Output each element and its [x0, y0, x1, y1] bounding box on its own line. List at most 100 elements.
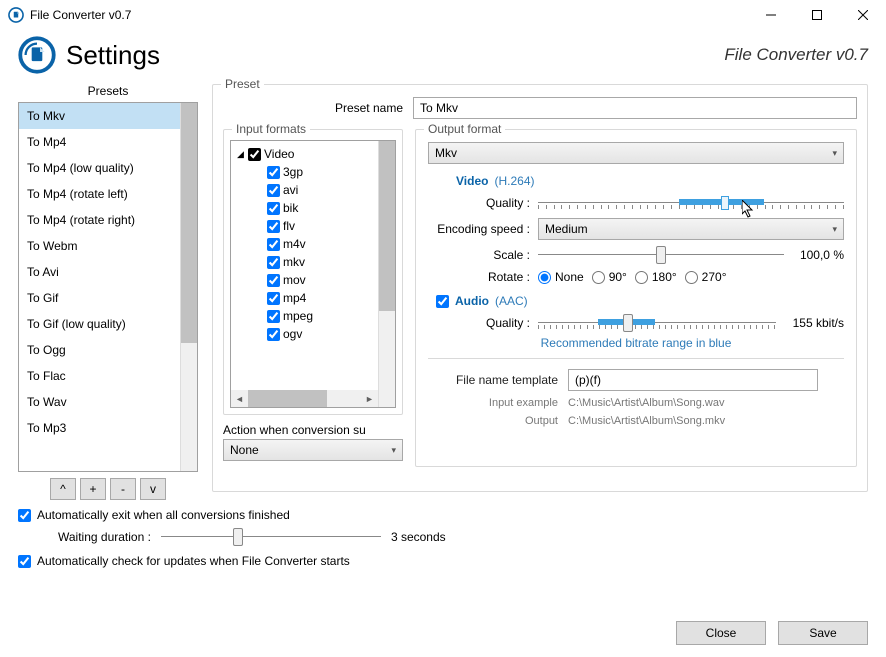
rotate-option[interactable]: None: [538, 270, 584, 284]
video-quality-slider[interactable]: [538, 194, 844, 212]
tree-expand-icon[interactable]: ◢: [237, 149, 245, 160]
input-example-value: C:\Music\Artist\Album\Song.wav: [568, 397, 725, 409]
tree-item[interactable]: mp4: [233, 289, 376, 307]
tree-item[interactable]: mkv: [233, 253, 376, 271]
preset-item[interactable]: To Mp4: [19, 129, 180, 155]
audio-enable-checkbox[interactable]: [436, 295, 449, 308]
encoding-speed-select[interactable]: Medium ▾: [538, 218, 844, 240]
rotate-option-label: None: [555, 270, 584, 284]
auto-update-checkbox[interactable]: [18, 555, 31, 568]
format-checkbox[interactable]: [267, 202, 280, 215]
preset-item[interactable]: To Mp3: [19, 415, 180, 441]
preset-move-up-button[interactable]: ^: [50, 478, 76, 500]
chevron-down-icon: ▾: [391, 445, 396, 456]
rotate-option[interactable]: 270°: [685, 270, 727, 284]
preset-remove-button[interactable]: -: [110, 478, 136, 500]
preset-item[interactable]: To Flac: [19, 363, 180, 389]
presets-scrollbar[interactable]: [180, 103, 197, 471]
output-example-value: C:\Music\Artist\Album\Song.mkv: [568, 415, 725, 427]
preset-add-button[interactable]: +: [80, 478, 106, 500]
header: Settings File Converter v0.7: [0, 30, 886, 84]
auto-exit-checkbox[interactable]: [18, 509, 31, 522]
group-checkbox[interactable]: [248, 148, 261, 161]
preset-name-input[interactable]: [413, 97, 857, 119]
preset-item[interactable]: To Mkv: [19, 103, 180, 129]
format-checkbox[interactable]: [267, 292, 280, 305]
format-label: mov: [283, 273, 306, 287]
rotate-option[interactable]: 180°: [635, 270, 677, 284]
preset-item[interactable]: To Wav: [19, 389, 180, 415]
format-checkbox[interactable]: [267, 328, 280, 341]
format-label: 3gp: [283, 165, 303, 179]
preset-item[interactable]: To Gif (low quality): [19, 311, 180, 337]
format-label: ogv: [283, 327, 302, 341]
tree-item[interactable]: flv: [233, 217, 376, 235]
filename-template-input[interactable]: [568, 369, 818, 391]
video-section-title: Video: [456, 174, 488, 188]
output-format-select[interactable]: Mkv ▾: [428, 142, 844, 164]
auto-update-label[interactable]: Automatically check for updates when Fil…: [37, 554, 350, 568]
rotate-radio[interactable]: [592, 271, 605, 284]
scale-slider[interactable]: [538, 246, 784, 264]
format-checkbox[interactable]: [267, 220, 280, 233]
format-checkbox[interactable]: [267, 184, 280, 197]
rotate-radio[interactable]: [635, 271, 648, 284]
tree-item[interactable]: bik: [233, 199, 376, 217]
input-formats-fieldset: Input formats ◢ Video 3gp avi bik flv m4…: [223, 129, 403, 415]
audio-codec-label: (AAC): [495, 294, 528, 308]
tree-item[interactable]: 3gp: [233, 163, 376, 181]
format-checkbox[interactable]: [267, 310, 280, 323]
rotate-option-label: 270°: [702, 270, 727, 284]
video-codec-label: (H.264): [494, 174, 534, 188]
format-checkbox[interactable]: [267, 166, 280, 179]
audio-quality-slider[interactable]: [538, 314, 776, 332]
input-formats-legend: Input formats: [232, 122, 310, 136]
minimize-button[interactable]: [748, 0, 794, 30]
tree-item[interactable]: ogv: [233, 325, 376, 343]
rotate-option[interactable]: 90°: [592, 270, 627, 284]
tree-item[interactable]: avi: [233, 181, 376, 199]
format-label: avi: [283, 183, 298, 197]
video-quality-label: Quality :: [428, 196, 538, 210]
preset-name-label: Preset name: [223, 101, 413, 115]
rotate-option-label: 90°: [609, 270, 627, 284]
close-button-footer[interactable]: Close: [676, 621, 766, 645]
preset-item[interactable]: To Mp4 (rotate left): [19, 181, 180, 207]
input-formats-vscroll[interactable]: [378, 141, 395, 407]
preset-item[interactable]: To Gif: [19, 285, 180, 311]
close-button[interactable]: [840, 0, 886, 30]
input-formats-tree[interactable]: ◢ Video 3gp avi bik flv m4v mkv mov mp4 …: [230, 140, 396, 408]
conversion-action-select[interactable]: None ▾: [223, 439, 403, 461]
chevron-down-icon: ▾: [832, 148, 837, 159]
format-label: mkv: [283, 255, 305, 269]
tree-item[interactable]: m4v: [233, 235, 376, 253]
rotate-radio[interactable]: [685, 271, 698, 284]
preset-item[interactable]: To Mp4 (low quality): [19, 155, 180, 181]
footer: Close Save: [676, 621, 868, 645]
format-checkbox[interactable]: [267, 256, 280, 269]
maximize-button[interactable]: [794, 0, 840, 30]
bottom-options: Automatically exit when all conversions …: [0, 500, 886, 568]
format-checkbox[interactable]: [267, 274, 280, 287]
tree-item[interactable]: mpeg: [233, 307, 376, 325]
rotate-radio[interactable]: [538, 271, 551, 284]
input-formats-hscroll[interactable]: ◄ ►: [231, 390, 378, 407]
preset-item[interactable]: To Avi: [19, 259, 180, 285]
save-button[interactable]: Save: [778, 621, 868, 645]
preset-item[interactable]: To Ogg: [19, 337, 180, 363]
auto-exit-label[interactable]: Automatically exit when all conversions …: [37, 508, 290, 522]
audio-quality-label: Quality :: [428, 316, 538, 330]
preset-item[interactable]: To Mp4 (rotate right): [19, 207, 180, 233]
presets-column: Presets To MkvTo Mp4To Mp4 (low quality)…: [18, 84, 198, 500]
format-checkbox[interactable]: [267, 238, 280, 251]
preset-item[interactable]: To Webm: [19, 233, 180, 259]
format-label: m4v: [283, 237, 306, 251]
presets-listbox[interactable]: To MkvTo Mp4To Mp4 (low quality)To Mp4 (…: [18, 102, 198, 472]
tree-group-video[interactable]: ◢ Video: [233, 145, 376, 163]
tree-item[interactable]: mov: [233, 271, 376, 289]
app-icon: [8, 7, 24, 23]
output-format-fieldset: Output format Mkv ▾ Video (H.264) Qualit…: [415, 129, 857, 467]
waiting-duration-slider[interactable]: [161, 528, 381, 546]
preset-move-down-button[interactable]: v: [140, 478, 166, 500]
scale-value: 100,0 %: [792, 248, 844, 262]
